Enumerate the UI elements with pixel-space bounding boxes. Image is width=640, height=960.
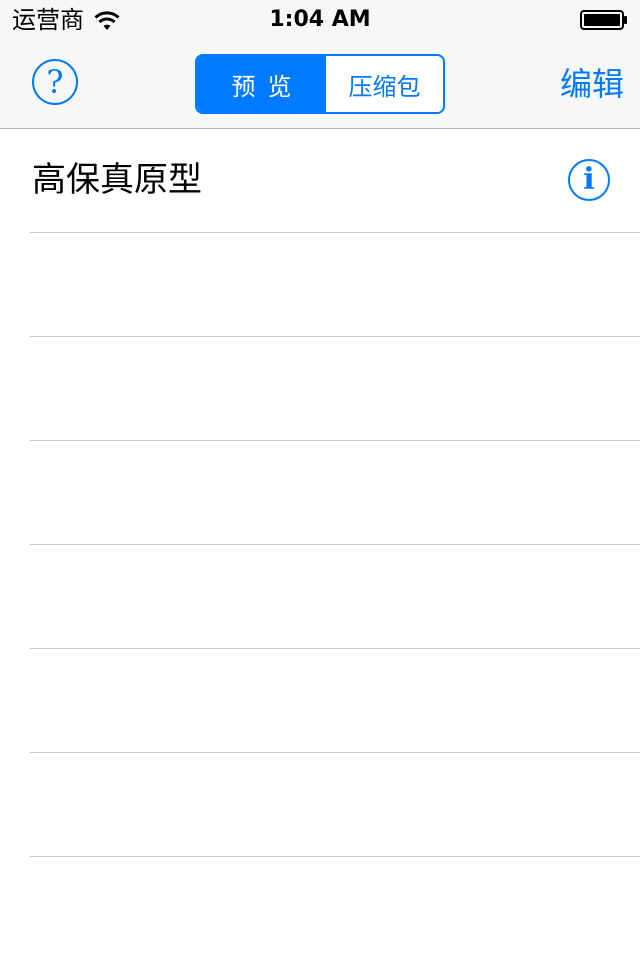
- list-item: [30, 545, 640, 649]
- segment-preview[interactable]: 预览: [197, 56, 326, 112]
- list-item: [30, 337, 640, 441]
- info-icon: i: [583, 162, 595, 197]
- list-item[interactable]: 高保真原型 i: [30, 129, 640, 233]
- list-item: [30, 649, 640, 753]
- status-bar: 运营商 1:04 AM: [0, 0, 640, 40]
- list-item: [30, 753, 640, 857]
- list-item: [30, 857, 640, 960]
- battery-icon: [580, 10, 627, 30]
- edit-button[interactable]: 编辑: [560, 64, 624, 104]
- list-item-title: 高保真原型: [32, 160, 202, 200]
- help-button[interactable]: ?: [32, 59, 78, 105]
- list-item: [30, 441, 640, 545]
- navigation-bar: ? 预览 压缩包 编辑: [0, 40, 640, 129]
- info-button[interactable]: i: [568, 159, 610, 201]
- question-mark-icon: ?: [46, 63, 64, 101]
- clock-time: 1:04 AM: [269, 7, 371, 32]
- app-screen: 运营商 1:04 AM ? 预览 压缩包 编辑 高保真原型 i: [0, 0, 640, 960]
- list-item: [30, 233, 640, 337]
- segmented-control: 预览 压缩包: [195, 54, 445, 114]
- segment-archive[interactable]: 压缩包: [326, 56, 443, 112]
- project-list: 高保真原型 i: [0, 129, 640, 960]
